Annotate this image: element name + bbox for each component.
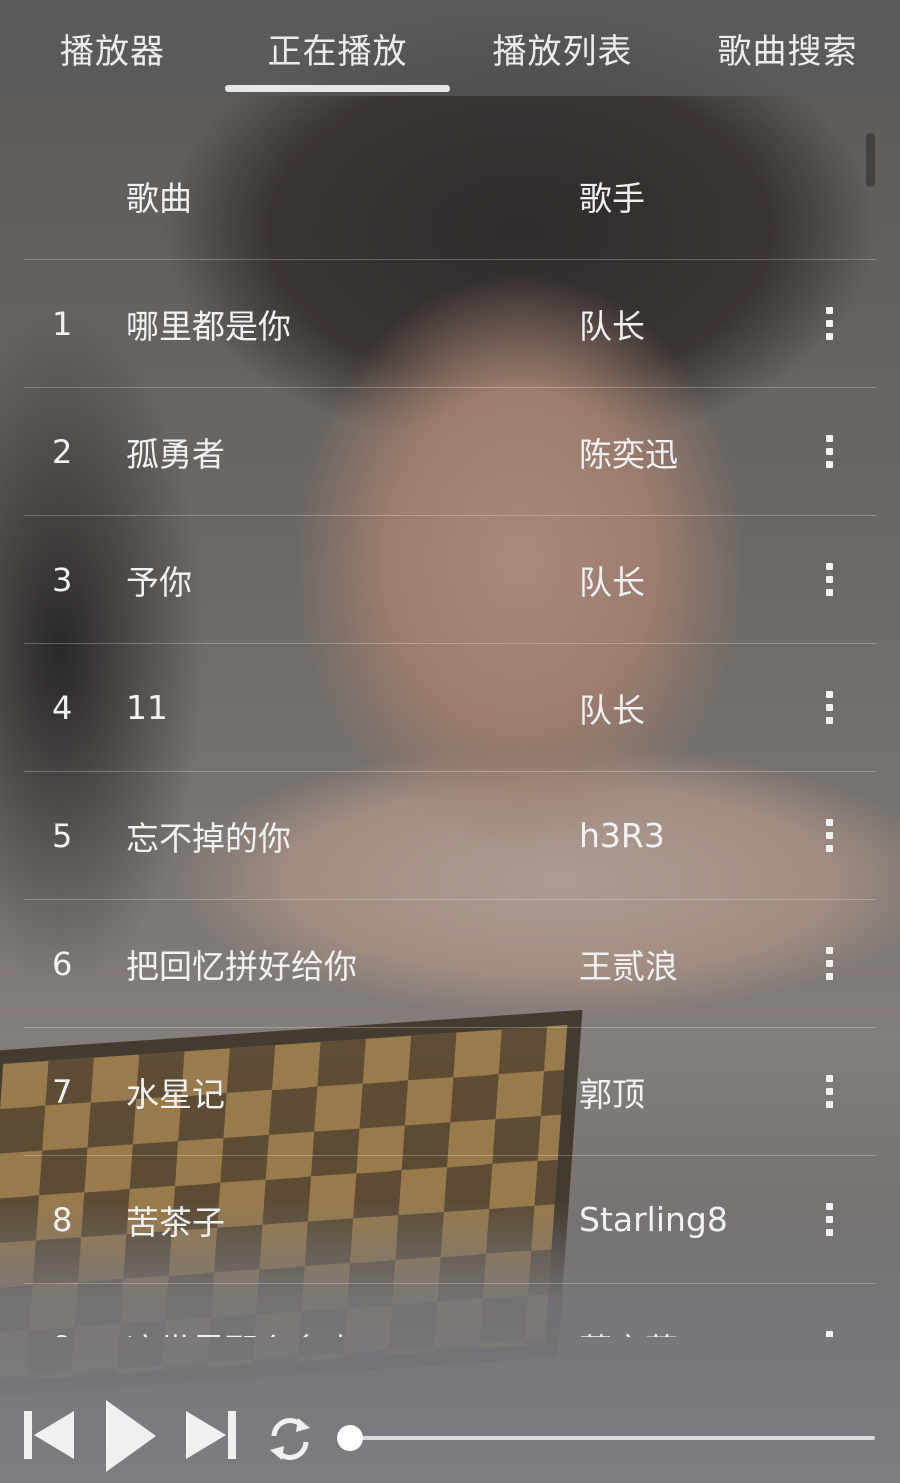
- song-artist: 郭顶: [579, 1074, 645, 1114]
- more-options-icon[interactable]: [814, 900, 844, 1027]
- song-number: 8: [52, 1200, 73, 1239]
- song-artist: 队长: [579, 562, 645, 602]
- song-title: 哪里都是你: [126, 306, 291, 346]
- song-title: 孤勇者: [126, 434, 225, 474]
- tab-now-playing[interactable]: 正在播放: [225, 0, 450, 96]
- tab-player[interactable]: 播放器: [0, 0, 225, 96]
- song-title: 忘不掉的你: [126, 818, 291, 858]
- tab-bar: 播放器 正在播放 播放列表 歌曲搜索: [0, 0, 900, 96]
- song-artist: 队长: [579, 306, 645, 346]
- song-number: 9: [52, 1284, 72, 1338]
- song-artist: Starling8: [579, 1200, 728, 1239]
- song-row[interactable]: 2 孤勇者 陈奕迅: [24, 388, 876, 516]
- more-options-icon[interactable]: [814, 772, 844, 899]
- song-row[interactable]: 1 哪里都是你 队长: [24, 260, 876, 388]
- more-options-icon[interactable]: [814, 644, 844, 771]
- more-options-icon[interactable]: [814, 1156, 844, 1283]
- progress-knob[interactable]: [337, 1425, 363, 1451]
- list-header: 歌曲 歌手: [24, 132, 876, 260]
- song-artist: 莫文蔚: [579, 1284, 678, 1338]
- song-row[interactable]: 8 苦茶子 Starling8: [24, 1156, 876, 1284]
- song-number: 3: [52, 560, 73, 599]
- play-icon[interactable]: [104, 1400, 156, 1472]
- previous-icon[interactable]: [24, 1411, 74, 1459]
- song-number: 6: [52, 944, 73, 983]
- tab-playlist[interactable]: 播放列表: [450, 0, 675, 96]
- song-row[interactable]: 3 予你 队长: [24, 516, 876, 644]
- progress-bar[interactable]: [350, 1436, 875, 1440]
- song-row[interactable]: 9 这世界那么多人 莫文蔚: [24, 1284, 876, 1337]
- song-number: 5: [52, 816, 73, 855]
- song-title: 把回忆拼好给你: [126, 946, 357, 986]
- song-row[interactable]: 5 忘不掉的你 h3R3: [24, 772, 876, 900]
- song-row[interactable]: 4 11 队长: [24, 644, 876, 772]
- song-title: 这世界那么多人: [126, 1284, 357, 1338]
- column-header-artist: 歌手: [579, 178, 645, 218]
- more-options-icon[interactable]: [814, 516, 844, 643]
- song-number: 1: [52, 304, 73, 343]
- column-header-song: 歌曲: [126, 178, 192, 218]
- more-options-icon[interactable]: [814, 388, 844, 515]
- song-number: 7: [52, 1072, 73, 1111]
- more-options-icon[interactable]: [814, 260, 844, 387]
- song-artist: 王贰浪: [579, 946, 678, 986]
- song-title: 苦茶子: [126, 1202, 225, 1242]
- song-artist: h3R3: [579, 816, 665, 855]
- tab-song-search[interactable]: 歌曲搜索: [675, 0, 900, 96]
- repeat-icon[interactable]: [262, 1414, 318, 1464]
- now-playing-list: 歌曲 歌手 1 哪里都是你 队长 2 孤勇者 陈奕迅 3 予你 队长 4 11 队长 5 忘不掉的你 h3R…: [24, 132, 876, 1337]
- song-number: 4: [52, 688, 73, 727]
- song-artist: 陈奕迅: [579, 434, 678, 474]
- song-row[interactable]: 6 把回忆拼好给你 王贰浪: [24, 900, 876, 1028]
- next-icon[interactable]: [186, 1411, 236, 1459]
- more-options-icon[interactable]: [814, 1028, 844, 1155]
- song-artist: 队长: [579, 690, 645, 730]
- song-title: 予你: [126, 562, 192, 602]
- more-options-icon[interactable]: [814, 1284, 844, 1337]
- song-row[interactable]: 7 水星记 郭顶: [24, 1028, 876, 1156]
- song-title: 水星记: [126, 1074, 225, 1114]
- song-number: 2: [52, 432, 73, 471]
- song-title: 11: [126, 688, 168, 727]
